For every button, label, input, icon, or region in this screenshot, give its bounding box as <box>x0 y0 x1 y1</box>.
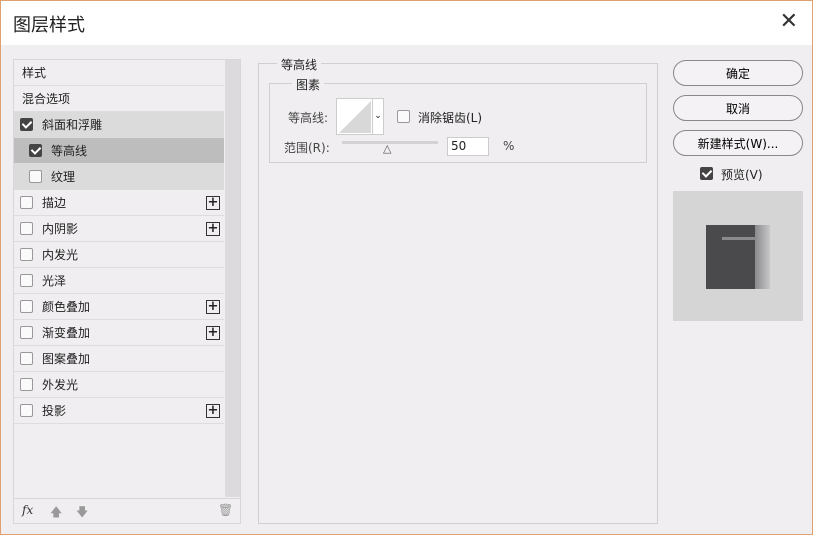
item-label: 纹理 <box>51 170 76 184</box>
sidebar-item-drop-shadow[interactable]: 投影 + <box>14 398 224 424</box>
add-icon[interactable]: + <box>206 326 220 340</box>
antialias-checkbox[interactable] <box>397 110 410 123</box>
antialias-label: 消除锯齿(L) <box>418 111 483 125</box>
item-label: 颜色叠加 <box>42 300 91 314</box>
checkbox[interactable] <box>20 222 33 235</box>
preview-shape <box>706 225 770 289</box>
item-label: 混合选项 <box>22 92 71 106</box>
item-label: 内阴影 <box>42 222 79 236</box>
checkbox[interactable] <box>20 300 33 313</box>
sidebar-item-blending-options[interactable]: 混合选项 <box>14 86 224 112</box>
item-label: 光泽 <box>42 274 67 288</box>
preview-label: 预览(V) <box>721 168 763 182</box>
add-icon[interactable]: + <box>206 222 220 236</box>
dialog-title: 图层样式 <box>13 15 85 36</box>
item-label: 渐变叠加 <box>42 326 91 340</box>
styles-list-panel: 样式 混合选项 斜面和浮雕 等高线 纹理 描边 + 内阴影 + 内发光 光泽 颜色叠… <box>13 59 241 524</box>
item-label: 内发光 <box>42 248 79 262</box>
sidebar-item-satin[interactable]: 光泽 <box>14 268 224 294</box>
close-icon[interactable]: ✕ <box>780 9 798 34</box>
cancel-button[interactable]: 取消 <box>673 95 803 121</box>
preview-thumbnail <box>673 191 803 321</box>
sidebar-item-outer-glow[interactable]: 外发光 <box>14 372 224 398</box>
item-label: 斜面和浮雕 <box>42 118 103 132</box>
section-title: 等高线 <box>277 56 322 73</box>
checkbox[interactable] <box>20 352 33 365</box>
sidebar-item-gradient-overlay[interactable]: 渐变叠加 + <box>14 320 224 346</box>
contour-label: 等高线: <box>288 111 329 125</box>
styles-toolbar: fx 🡅 🡇 🗑 <box>14 498 240 523</box>
range-input[interactable]: 50 <box>447 137 489 156</box>
move-down-icon[interactable]: 🡇 <box>76 503 88 524</box>
sidebar-item-pattern-overlay[interactable]: 图案叠加 <box>14 346 224 372</box>
scrollbar[interactable] <box>225 60 240 497</box>
checkbox[interactable] <box>29 170 42 183</box>
add-icon[interactable]: + <box>206 300 220 314</box>
styles-header[interactable]: 样式 <box>14 60 224 86</box>
group-title: 图素 <box>292 76 325 93</box>
checkbox[interactable] <box>20 248 33 261</box>
checkbox[interactable] <box>20 378 33 391</box>
sidebar-item-inner-shadow[interactable]: 内阴影 + <box>14 216 224 242</box>
add-icon[interactable]: + <box>206 196 220 210</box>
item-label: 等高线 <box>51 144 88 158</box>
contour-picker[interactable]: ⌄ <box>336 98 384 135</box>
item-label: 外发光 <box>42 378 79 392</box>
sidebar-item-inner-glow[interactable]: 内发光 <box>14 242 224 268</box>
move-up-icon[interactable]: 🡅 <box>50 503 62 524</box>
checkbox[interactable] <box>20 326 33 339</box>
item-label: 投影 <box>42 404 67 418</box>
sidebar-item-stroke[interactable]: 描边 + <box>14 190 224 216</box>
checkbox[interactable] <box>29 144 42 157</box>
fx-menu-button[interactable]: fx <box>22 503 33 517</box>
item-label: 描边 <box>42 196 67 210</box>
checkbox[interactable] <box>20 274 33 287</box>
elements-group: 图素 等高线: ⌄ 消除锯齿(L) 范围(R): △ 50 % <box>269 76 647 163</box>
range-unit: % <box>503 139 515 153</box>
sidebar-item-color-overlay[interactable]: 颜色叠加 + <box>14 294 224 320</box>
sidebar-item-bevel-emboss[interactable]: 斜面和浮雕 <box>14 112 224 138</box>
chevron-down-icon[interactable]: ⌄ <box>372 99 383 134</box>
layer-style-dialog: 图层样式 ✕ 样式 混合选项 斜面和浮雕 等高线 纹理 描边 + 内阴影 + 内发光… <box>0 0 813 535</box>
range-label: 范围(R): <box>284 141 330 155</box>
contour-panel: 等高线 图素 等高线: ⌄ 消除锯齿(L) 范围(R): △ 50 % <box>258 56 658 524</box>
preview-checkbox[interactable] <box>700 167 713 180</box>
new-style-button[interactable]: 新建样式(W)... <box>673 130 803 156</box>
title-bar: 图层样式 ✕ <box>1 1 812 45</box>
checkbox[interactable] <box>20 196 33 209</box>
trash-icon[interactable]: 🗑 <box>218 503 233 517</box>
sidebar-item-texture[interactable]: 纹理 <box>14 164 224 190</box>
contour-curve-icon <box>339 101 371 133</box>
checkbox[interactable] <box>20 404 33 417</box>
sidebar-item-contour[interactable]: 等高线 <box>14 138 224 164</box>
item-label: 图案叠加 <box>42 352 91 366</box>
ok-button[interactable]: 确定 <box>673 60 803 86</box>
slider-thumb[interactable]: △ <box>383 142 391 155</box>
checkbox[interactable] <box>20 118 33 131</box>
add-icon[interactable]: + <box>206 404 220 418</box>
